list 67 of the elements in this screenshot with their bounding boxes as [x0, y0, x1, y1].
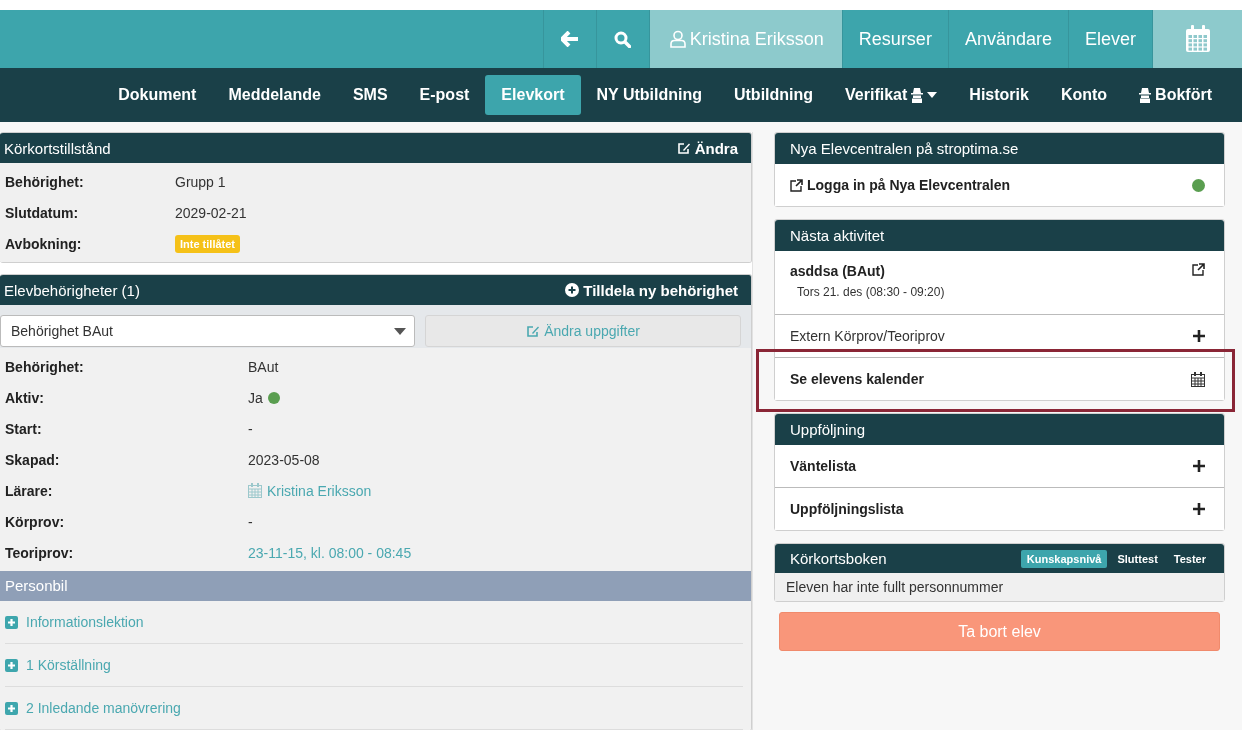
field-label: Körprov:	[5, 513, 66, 530]
field-label: Skapad:	[5, 451, 61, 468]
nav-tab[interactable]: SMS	[336, 75, 404, 115]
plus-icon[interactable]	[1193, 460, 1205, 472]
field-label: Slutdatum:	[5, 204, 80, 221]
list-item-label[interactable]: Extern Körprov/Teoriprov	[790, 328, 945, 344]
status-badge: Inte tillåtet	[175, 234, 240, 253]
field-label: Teoriprov:	[5, 544, 75, 561]
nav-tab[interactable]: Historik	[953, 75, 1045, 115]
list-item-label[interactable]: Väntelista	[790, 458, 857, 474]
field-label: Aktiv:	[5, 389, 45, 406]
user-icon	[669, 30, 686, 48]
calendar-icon[interactable]	[1191, 371, 1205, 387]
info-message: Eleven har inte fullt personnummer	[775, 573, 1224, 601]
plus-circle-icon	[565, 283, 580, 297]
caret-icon	[394, 327, 406, 335]
field-label: Avbokning:	[5, 235, 83, 252]
field-value: -	[248, 513, 253, 530]
nav-tab[interactable]: Utbildning	[717, 75, 830, 115]
calendar-icon	[1184, 25, 1211, 53]
activity-time: Tors 21. des (08:30 - 09:20)	[796, 285, 945, 299]
arrow-left-icon	[560, 31, 579, 47]
panel-title: Körkortstillstånd	[4, 139, 111, 157]
field-value: 2023-05-08	[248, 451, 320, 468]
activity-title: asddsa (BAut)	[790, 263, 886, 279]
search-icon	[614, 30, 632, 48]
plus-square-icon[interactable]	[5, 658, 18, 672]
edit-icon	[526, 324, 541, 338]
plus-square-icon[interactable]	[5, 615, 18, 629]
calendar-button[interactable]	[1152, 10, 1242, 68]
external-link-icon	[790, 178, 803, 192]
field-value: -	[248, 420, 253, 437]
field-value: 2029-02-21	[175, 204, 247, 221]
field-label: Lärare:	[5, 482, 54, 499]
nav-tab[interactable]: Dokument	[102, 75, 213, 115]
nav-tab[interactable]: E-post	[403, 75, 486, 115]
login-link[interactable]: Logga in på Nya Elevcentralen	[790, 177, 1011, 193]
nav-tab[interactable]: Bokfört	[1123, 75, 1228, 115]
field-label: Behörighet:	[5, 173, 85, 190]
plus-icon[interactable]	[1193, 330, 1205, 342]
list-item-label[interactable]: Se elevens kalender	[790, 371, 924, 387]
nav-tab[interactable]: Konto	[1044, 75, 1124, 115]
calendar-icon	[248, 483, 262, 498]
panel-title: Elevbehörigheter (1)	[4, 281, 140, 299]
nav-tab[interactable]: NY Utbildning	[580, 75, 718, 115]
edit-icon	[676, 141, 691, 155]
assign-button[interactable]: Tilldela ny behörighet	[565, 281, 738, 299]
field-value: Ja	[248, 389, 263, 406]
field-label: Start:	[5, 420, 43, 437]
panel-title: Uppföljning	[790, 421, 866, 438]
plus-square-icon[interactable]	[5, 701, 18, 715]
field-label: Behörighet:	[5, 358, 85, 375]
field-value: BAut	[248, 358, 279, 375]
panel-title: Körkortsboken	[790, 550, 887, 567]
nav-tab[interactable]: Verifikat	[829, 75, 954, 115]
book-tab[interactable]: Tester	[1167, 549, 1212, 568]
edit-button[interactable]: Ändra	[676, 139, 738, 157]
panel-title: Nya Elevcentralen på stroptima.se	[790, 140, 1019, 157]
panel-title: Nästa aktivitet	[790, 227, 885, 244]
plus-icon[interactable]	[1193, 503, 1205, 515]
authorization-select[interactable]: Behörighet BAut	[0, 315, 415, 347]
section-header: Personbil	[0, 571, 751, 601]
field-value: Grupp 1	[175, 173, 226, 190]
external-link-icon[interactable]	[1192, 263, 1205, 276]
book-tab[interactable]: Sluttest	[1111, 549, 1164, 568]
list-item-label[interactable]: Uppföljningslista	[790, 501, 904, 517]
nav-tab[interactable]: Meddelande	[212, 75, 337, 115]
